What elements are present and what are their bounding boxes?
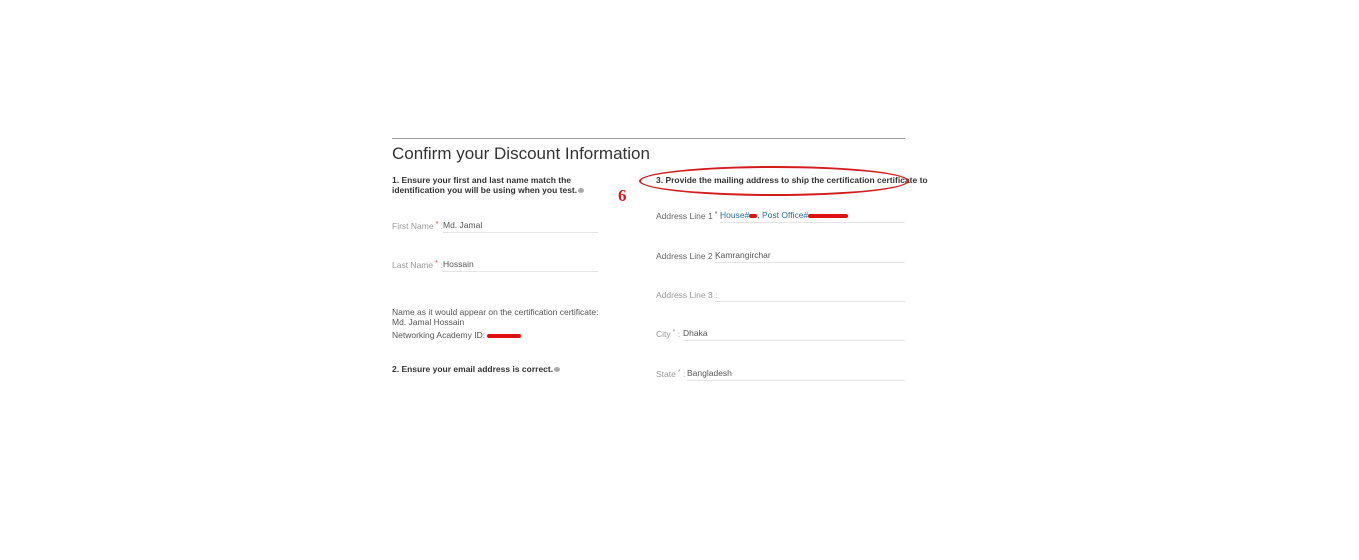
city-label: City * :	[656, 329, 681, 339]
state-input[interactable]: Bangladesh	[687, 367, 905, 381]
address-line-1-input[interactable]: House#, Post Office#	[720, 209, 905, 223]
top-divider	[392, 138, 905, 139]
state-label: State * :	[656, 369, 686, 379]
address-line-3-label: Address Line 3 :	[656, 290, 718, 300]
help-icon[interactable]	[554, 367, 561, 373]
last-name-label: Last Name * :	[392, 260, 443, 270]
step-1-text: 1. Ensure your first and last name match…	[392, 175, 578, 195]
help-icon[interactable]	[578, 188, 585, 194]
annotation-ellipse	[639, 166, 909, 196]
certificate-name-text: Name as it would appear on the certifica…	[392, 307, 599, 327]
first-name-label: First Name * :	[392, 221, 444, 231]
step-2-heading: 2. Ensure your email address is correct.	[392, 364, 561, 374]
first-name-input[interactable]: Md. Jamal	[443, 219, 598, 233]
page-title: Confirm your Discount Information	[392, 144, 650, 163]
address-line-2-label: Address Line 2 :	[656, 251, 718, 261]
address-line-2-input[interactable]: Kamrangirchar	[715, 249, 905, 263]
address-line-1-label: Address Line 1 * :	[656, 211, 723, 221]
city-input[interactable]: Dhaka	[683, 327, 905, 341]
academy-id: Networking Academy ID:	[392, 330, 522, 340]
redaction-mark	[487, 333, 522, 338]
last-name-input[interactable]: Hossain	[443, 258, 598, 272]
annotation-number: 6	[618, 186, 627, 205]
step-1-heading: 1. Ensure your first and last name match…	[392, 175, 592, 195]
address-line-3-input[interactable]	[715, 288, 905, 302]
